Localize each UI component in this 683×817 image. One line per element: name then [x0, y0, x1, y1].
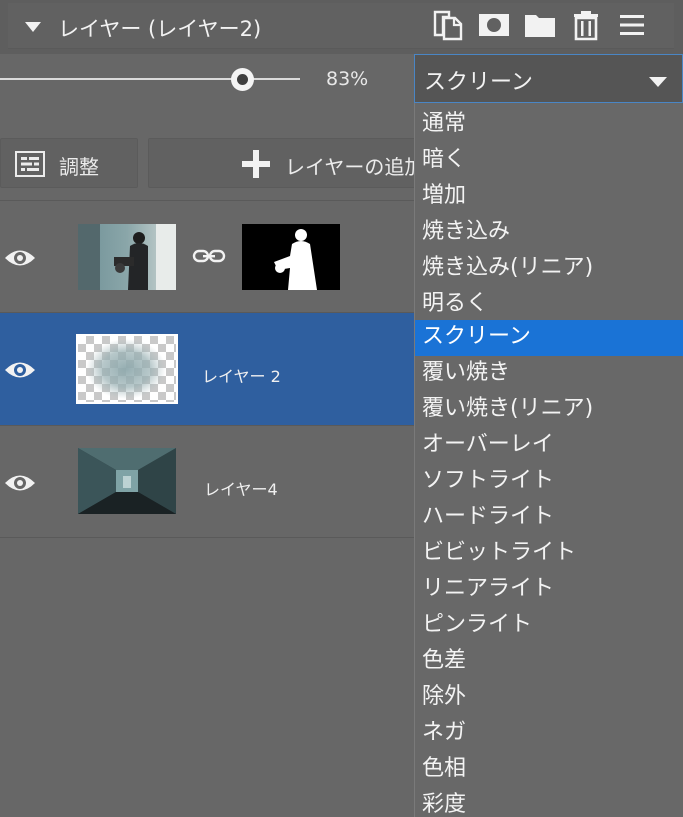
layer-divider: [0, 537, 420, 538]
layer-thumbnail[interactable]: [76, 334, 178, 404]
add-mask-icon[interactable]: [478, 9, 510, 41]
opacity-value: 83%: [326, 68, 369, 90]
panel-title: レイヤー (レイヤー2): [58, 17, 262, 41]
collapse-triangle-icon[interactable]: [24, 18, 42, 37]
blend-option[interactable]: 色相: [415, 752, 683, 788]
blend-mode-value: スクリーン: [424, 70, 533, 95]
blend-option-selected[interactable]: スクリーン: [415, 320, 683, 356]
blend-option[interactable]: 焼き込み: [415, 215, 683, 251]
delete-icon[interactable]: [570, 9, 602, 41]
duplicate-layer-icon[interactable]: [432, 9, 464, 41]
menu-icon[interactable]: [616, 9, 648, 41]
layer-row[interactable]: [0, 201, 420, 313]
blend-option[interactable]: オーバーレイ: [415, 428, 683, 464]
blend-option[interactable]: ソフトライト: [415, 464, 683, 500]
blend-option[interactable]: 覆い焼き: [415, 356, 683, 392]
blend-option[interactable]: 暗く: [415, 143, 683, 179]
blend-option[interactable]: 明るく: [415, 287, 683, 323]
blend-option[interactable]: ピンライト: [415, 608, 683, 644]
blend-option[interactable]: ビビットライト: [415, 536, 683, 572]
blend-option[interactable]: ネガ: [415, 716, 683, 752]
layer-name[interactable]: レイヤー4: [204, 476, 278, 500]
layer-row[interactable]: レイヤー4: [0, 426, 420, 538]
eye-visibility-icon[interactable]: [4, 359, 36, 381]
blend-option[interactable]: 通常: [415, 107, 683, 143]
layer-thumbnail[interactable]: [78, 448, 176, 514]
adjust-button-label: 調整: [59, 155, 99, 179]
opacity-slider-thumb[interactable]: [231, 68, 254, 91]
blend-option[interactable]: 覆い焼き(リニア): [415, 392, 683, 428]
plus-icon: [241, 149, 271, 183]
blend-option[interactable]: 焼き込み(リニア): [415, 251, 683, 287]
add-layer-button-label: レイヤーの追加: [285, 155, 425, 179]
adjust-button[interactable]: 調整: [0, 138, 138, 188]
blend-mode-select[interactable]: スクリーン: [414, 54, 683, 103]
blend-option[interactable]: 除外: [415, 680, 683, 716]
blend-option[interactable]: 色差: [415, 644, 683, 680]
chevron-down-icon: [648, 73, 668, 92]
blend-mode-dropdown: 通常 暗く 増加 焼き込み 焼き込み(リニア) 明るく スクリーン 覆い焼き 覆…: [414, 103, 683, 817]
blend-option[interactable]: 彩度: [415, 788, 683, 817]
eye-visibility-icon[interactable]: [4, 472, 36, 494]
link-chain-icon[interactable]: [192, 248, 226, 268]
blend-option[interactable]: 増加: [415, 179, 683, 215]
layer-mask-thumbnail[interactable]: [242, 224, 340, 290]
layer-row-selected[interactable]: レイヤー 2: [0, 313, 420, 425]
add-layer-button[interactable]: レイヤーの追加: [148, 138, 428, 188]
eye-visibility-icon[interactable]: [4, 247, 36, 269]
adjust-sliders-icon: [15, 151, 45, 181]
blend-option[interactable]: ハードライト: [415, 500, 683, 536]
blend-option[interactable]: リニアライト: [415, 572, 683, 608]
layer-name[interactable]: レイヤー 2: [202, 363, 281, 387]
opacity-slider-track[interactable]: [0, 78, 300, 80]
folder-icon[interactable]: [524, 9, 556, 41]
layer-thumbnail[interactable]: [78, 224, 176, 290]
